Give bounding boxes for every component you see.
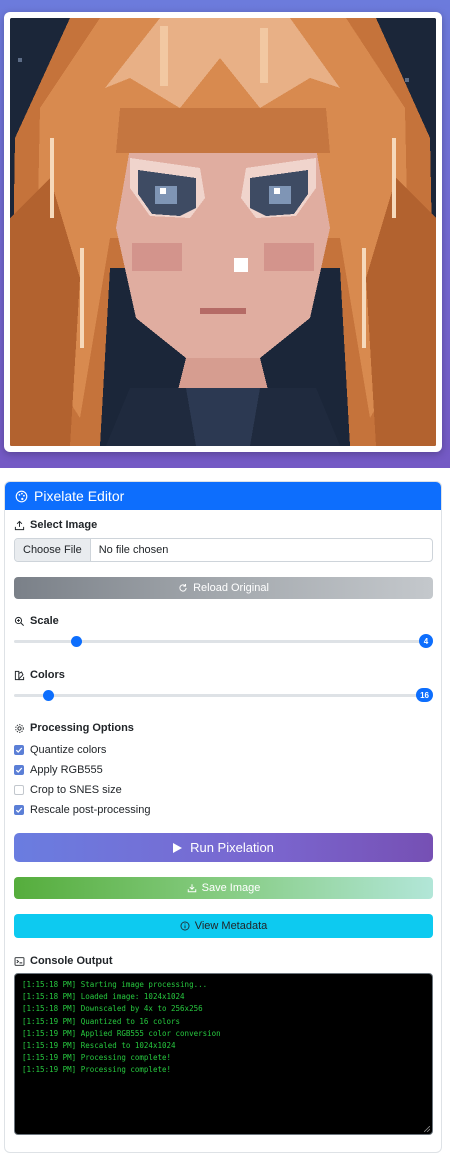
option-rescale-post-processing[interactable]: Rescale post-processing [14, 804, 150, 816]
upload-icon [14, 520, 25, 531]
info-icon [180, 921, 190, 931]
option-label: Rescale post-processing [30, 804, 151, 816]
console-output[interactable]: [1:15:18 PM] Starting image processing..… [14, 973, 433, 1135]
file-name-text: No file chosen [98, 544, 169, 556]
checkbox[interactable] [14, 805, 24, 815]
choose-file-button[interactable]: Choose File [15, 539, 91, 561]
checkmark-icon [15, 747, 23, 753]
console-line: [1:15:18 PM] Starting image processing..… [22, 980, 208, 989]
editor-title: Pixelate Editor [34, 488, 125, 504]
save-image-label: Save Image [201, 882, 261, 894]
reload-icon [178, 583, 188, 593]
play-icon [173, 842, 183, 853]
gear-icon [14, 723, 25, 734]
option-label: Quantize colors [30, 744, 107, 756]
console-line: [1:15:19 PM] Rescaled to 1024x1024 [22, 1041, 176, 1051]
select-image-label: Select Image [14, 519, 97, 531]
processing-options-label: Processing Options [14, 722, 134, 734]
console-output-label: Console Output [14, 955, 113, 967]
option-apply-rgb555[interactable]: Apply RGB555 [14, 764, 103, 776]
palette-icon [15, 490, 28, 503]
console-line: [1:15:19 PM] Processing complete! [22, 1065, 172, 1075]
colors-slider[interactable]: 16 [14, 688, 433, 702]
checkmark-icon [15, 767, 23, 773]
reload-original-button[interactable]: Reload Original [14, 577, 433, 599]
editor-header: Pixelate Editor [5, 482, 441, 510]
checkbox[interactable] [14, 785, 24, 795]
scale-label: Scale [14, 615, 59, 627]
console-line: [1:15:19 PM] Quantized to 16 colors [22, 1016, 181, 1026]
pixelated-preview-image [10, 18, 436, 446]
view-metadata-button[interactable]: View Metadata [14, 914, 433, 938]
terminal-icon [14, 956, 25, 967]
colors-label: Colors [14, 669, 65, 681]
option-label: Crop to SNES size [30, 784, 122, 796]
colors-value-badge: 16 [416, 688, 433, 702]
preview-card [4, 12, 442, 452]
pixelate-editor-panel: Pixelate Editor Select Image Choose File… [4, 481, 442, 1153]
checkbox[interactable] [14, 745, 24, 755]
view-metadata-label: View Metadata [194, 920, 268, 932]
colors-slider-thumb[interactable] [43, 690, 55, 701]
resize-grip-icon[interactable] [424, 1126, 430, 1132]
color-swatch-icon [14, 670, 25, 681]
scale-value-badge: 4 [419, 634, 433, 648]
download-icon [187, 883, 197, 893]
checkmark-icon [15, 807, 23, 813]
console-line: [1:15:19 PM] Processing complete! [22, 1053, 172, 1063]
save-image-button[interactable]: Save Image [14, 877, 433, 899]
scale-slider[interactable]: 4 [14, 634, 433, 648]
console-line: [1:15:19 PM] Applied RGB555 color conver… [22, 1028, 221, 1038]
console-line: [1:15:18 PM] Downscaled by 4x to 256x256 [22, 1004, 203, 1014]
reload-original-label: Reload Original [193, 582, 269, 594]
option-crop-to-snes-size[interactable]: Crop to SNES size [14, 784, 122, 796]
colors-slider-track [14, 694, 433, 697]
scale-slider-thumb[interactable] [70, 636, 82, 647]
run-pixelation-label: Run Pixelation [190, 840, 274, 855]
option-quantize-colors[interactable]: Quantize colors [14, 744, 106, 756]
checkbox[interactable] [14, 765, 24, 775]
console-line: [1:15:18 PM] Loaded image: 1024x1024 [22, 992, 185, 1002]
option-label: Apply RGB555 [30, 764, 103, 776]
run-pixelation-button[interactable]: Run Pixelation [14, 833, 433, 862]
file-input[interactable]: Choose File No file chosen [14, 538, 433, 562]
zoom-icon [14, 616, 25, 627]
